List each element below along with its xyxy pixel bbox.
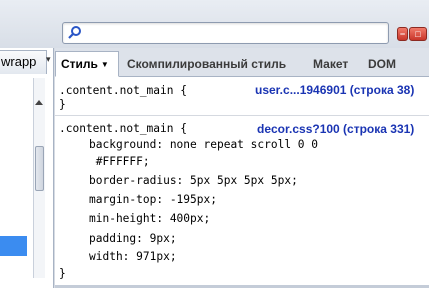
- tab-dom-label: DOM: [368, 57, 396, 71]
- breadcrumb-tab[interactable]: wrapp: [0, 50, 47, 74]
- selected-node-highlight[interactable]: [0, 236, 27, 256]
- rule-close-brace: }: [59, 98, 66, 111]
- rule-selector: .content.not_main {: [59, 84, 187, 97]
- style-property[interactable]: margin-top: -195px;: [89, 193, 217, 206]
- style-property[interactable]: width: 971px;: [89, 250, 177, 263]
- close-button[interactable]: □: [409, 27, 427, 41]
- rule-source-link[interactable]: user.c...1946901 (строка 38): [255, 83, 414, 97]
- style-property[interactable]: background: none repeat scroll 0 0: [89, 138, 318, 151]
- html-panel: wrapp ▾: [0, 48, 54, 288]
- tab-computed[interactable]: Скомпилированный стиль: [127, 53, 286, 77]
- tab-style[interactable]: Стиль ▼: [55, 51, 119, 77]
- rule-divider: [55, 115, 429, 116]
- minimize-button[interactable]: −: [397, 27, 408, 41]
- rule-selector: .content.not_main {: [59, 122, 187, 135]
- search-input[interactable]: [62, 22, 389, 44]
- tab-style-label: Стиль: [61, 57, 98, 71]
- style-property[interactable]: min-height: 400px;: [89, 212, 210, 225]
- side-panel-tabs: Стиль ▼ Скомпилированный стиль Макет DOM: [55, 48, 429, 77]
- style-property[interactable]: border-radius: 5px 5px 5px 5px;: [89, 174, 298, 187]
- style-property-continuation: #FFFFFF;: [89, 155, 150, 168]
- tab-layout-label: Макет: [313, 57, 349, 71]
- scroll-thumb[interactable]: [35, 146, 44, 191]
- scroll-up-icon[interactable]: [35, 100, 43, 105]
- tab-computed-label: Скомпилированный стиль: [127, 57, 287, 71]
- vertical-scrollbar[interactable]: [33, 78, 45, 278]
- breadcrumb-label: wrapp: [1, 54, 37, 69]
- window-buttons: − □: [397, 27, 427, 41]
- toolbar: − □: [0, 0, 429, 48]
- style-property[interactable]: padding: 9px;: [89, 232, 177, 245]
- chevron-down-icon[interactable]: ▼: [101, 60, 109, 69]
- style-rules-panel: .content.not_main { user.c...1946901 (ст…: [55, 77, 429, 288]
- chevron-down-icon[interactable]: ▾: [46, 54, 51, 65]
- tab-dom[interactable]: DOM: [368, 53, 396, 77]
- search-icon: [68, 26, 81, 39]
- rule-close-brace: }: [59, 267, 66, 280]
- tab-layout[interactable]: Макет: [313, 53, 348, 77]
- rule-source-link[interactable]: decor.css?100 (строка 331): [257, 122, 414, 136]
